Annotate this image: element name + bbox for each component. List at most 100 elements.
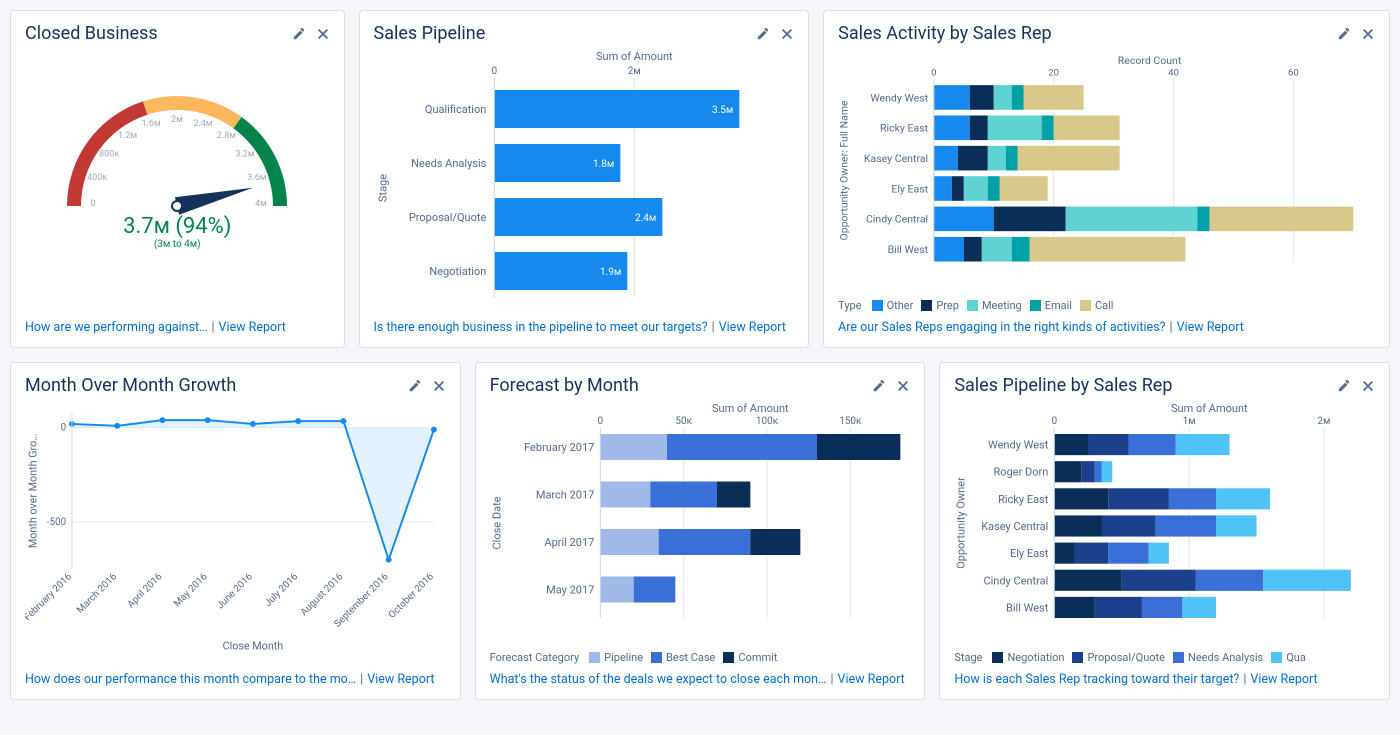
view-report-link[interactable]: View Report: [219, 320, 286, 335]
svg-text:Ricky East: Ricky East: [998, 493, 1049, 506]
edit-icon[interactable]: [872, 379, 886, 393]
svg-text:April 2017: April 2017: [544, 536, 594, 549]
svg-text:Opportunity Owner: Full Name: Opportunity Owner: Full Name: [838, 100, 851, 241]
card-pipeline-by-rep: Sales Pipeline by Sales Rep Sum of Amoun…: [939, 362, 1390, 700]
svg-text:1.8м: 1.8м: [593, 159, 614, 170]
view-report-link[interactable]: View Report: [367, 672, 434, 687]
svg-text:Wendy West: Wendy West: [870, 91, 928, 104]
close-icon[interactable]: [1361, 27, 1375, 41]
svg-text:2м: 2м: [1318, 416, 1331, 427]
view-report-link[interactable]: View Report: [1250, 672, 1317, 687]
close-icon[interactable]: [432, 379, 446, 393]
svg-text:May 2017: May 2017: [546, 584, 594, 597]
svg-text:20: 20: [1048, 68, 1059, 79]
chart-legend: Forecast CategoryPipelineBest CaseCommit: [490, 651, 911, 664]
svg-text:March 2017: March 2017: [535, 489, 594, 502]
card-sales-activity: Sales Activity by Sales Rep Record Count…: [823, 10, 1390, 348]
view-report-link[interactable]: View Report: [838, 672, 905, 687]
svg-text:Close Month: Close Month: [223, 639, 284, 652]
card-question: How are we performing against…: [25, 320, 207, 335]
svg-text:Opportunity Owner: Opportunity Owner: [955, 477, 968, 569]
svg-text:June 2016: June 2016: [215, 571, 255, 611]
svg-text:2м: 2м: [627, 66, 640, 77]
card-question: What's the status of the deals we expect…: [490, 672, 827, 687]
svg-text:Month over Month Gro…: Month over Month Gro…: [27, 434, 40, 549]
card-title: Sales Activity by Sales Rep: [838, 23, 1051, 44]
svg-text:1м: 1м: [1183, 416, 1196, 427]
svg-text:Ely East: Ely East: [1010, 547, 1049, 560]
svg-text:Ely East: Ely East: [892, 182, 929, 195]
svg-text:Bill West: Bill West: [888, 243, 929, 256]
svg-text:February 2017: February 2017: [524, 441, 594, 454]
stacked-bar-chart: Sum of Amount 0 50к 100к 150к February 2017 Ma…: [490, 400, 911, 645]
svg-text:0: 0: [931, 68, 936, 79]
svg-text:3.5м: 3.5м: [712, 105, 733, 116]
card-question: Is there enough business in the pipeline…: [374, 320, 708, 335]
gauge-chart: 0400к800к1.2м1.6м2м2.4м2.8м3.2м3.6м4м 3.…: [25, 48, 330, 312]
view-report-link[interactable]: View Report: [719, 320, 786, 335]
svg-text:100к: 100к: [756, 416, 779, 427]
svg-text:1.6м: 1.6м: [142, 119, 161, 129]
svg-text:October 2016: October 2016: [387, 571, 437, 621]
svg-text:800к: 800к: [99, 150, 119, 160]
svg-text:Close Date: Close Date: [490, 496, 503, 549]
gauge-value: 3.7м (94%): [123, 214, 231, 239]
card-title: Sales Pipeline: [374, 23, 486, 44]
svg-text:2м: 2м: [171, 115, 183, 125]
svg-text:60: 60: [1288, 68, 1299, 79]
card-sales-pipeline: Sales Pipeline Sum of Amount02мQualifica…: [359, 10, 810, 348]
svg-text:50к: 50к: [675, 416, 692, 427]
svg-text:Negotiation: Negotiation: [429, 265, 486, 278]
card-title: Forecast by Month: [490, 375, 639, 396]
svg-text:Kasey Central: Kasey Central: [864, 152, 928, 165]
svg-text:-500: -500: [47, 517, 66, 528]
line-chart: 0-500February 2016March 2016April 2016Ma…: [25, 400, 446, 664]
gauge-subtitle: (3м to 4м): [154, 239, 201, 250]
svg-text:3.6м: 3.6м: [248, 173, 267, 183]
svg-text:400к: 400к: [87, 173, 107, 183]
close-icon[interactable]: [316, 27, 330, 41]
edit-icon[interactable]: [1337, 27, 1351, 41]
stacked-bar-chart: Record Count0204060Wendy WestRicky EastK…: [838, 48, 1375, 293]
card-closed-business: Closed Business 0400к800к1.2м1.6м2м2.4м2…: [10, 10, 345, 348]
card-forecast: Forecast by Month Sum of Amount 0 50к 100к 1…: [475, 362, 926, 700]
svg-text:March 2016: March 2016: [75, 571, 120, 616]
edit-icon[interactable]: [1337, 379, 1351, 393]
svg-text:3.2м: 3.2м: [236, 150, 255, 160]
close-icon[interactable]: [1361, 379, 1375, 393]
svg-text:April 2016: April 2016: [125, 571, 164, 610]
svg-text:40: 40: [1168, 68, 1179, 79]
svg-text:Cindy Central: Cindy Central: [866, 213, 928, 226]
svg-text:May 2016: May 2016: [172, 571, 210, 609]
chart-legend: StageNegotiationProposal/QuoteNeeds Anal…: [954, 651, 1375, 664]
card-question: Are our Sales Reps engaging in the right…: [838, 320, 1165, 335]
card-question: How does our performance this month comp…: [25, 672, 356, 687]
svg-text:Kasey Central: Kasey Central: [982, 520, 1049, 533]
svg-text:February 2016: February 2016: [25, 571, 74, 623]
svg-text:Sum of Amount: Sum of Amount: [712, 402, 789, 415]
svg-text:150к: 150к: [839, 416, 862, 427]
svg-text:1.2м: 1.2м: [118, 131, 137, 141]
svg-text:Wendy West: Wendy West: [988, 439, 1049, 452]
svg-text:0: 0: [491, 66, 497, 77]
svg-text:0: 0: [1052, 416, 1058, 427]
view-report-link[interactable]: View Report: [1177, 320, 1244, 335]
svg-text:1.9м: 1.9м: [600, 267, 621, 278]
card-title: Sales Pipeline by Sales Rep: [954, 375, 1172, 396]
card-mom-growth: Month Over Month Growth 0-500February 20…: [10, 362, 461, 700]
edit-icon[interactable]: [408, 379, 422, 393]
svg-text:Proposal/Quote: Proposal/Quote: [408, 211, 486, 224]
svg-text:Cindy Central: Cindy Central: [984, 574, 1049, 587]
svg-text:4м: 4м: [255, 199, 267, 209]
card-title: Closed Business: [25, 23, 158, 44]
svg-text:0: 0: [597, 416, 603, 427]
svg-text:2.4м: 2.4м: [635, 213, 656, 224]
svg-text:0: 0: [91, 199, 96, 209]
edit-icon[interactable]: [756, 27, 770, 41]
svg-text:2.8м: 2.8м: [217, 131, 236, 141]
close-icon[interactable]: [780, 27, 794, 41]
svg-text:July 2016: July 2016: [263, 571, 301, 609]
svg-text:Needs Analysis: Needs Analysis: [411, 157, 487, 170]
close-icon[interactable]: [896, 379, 910, 393]
edit-icon[interactable]: [292, 27, 306, 41]
